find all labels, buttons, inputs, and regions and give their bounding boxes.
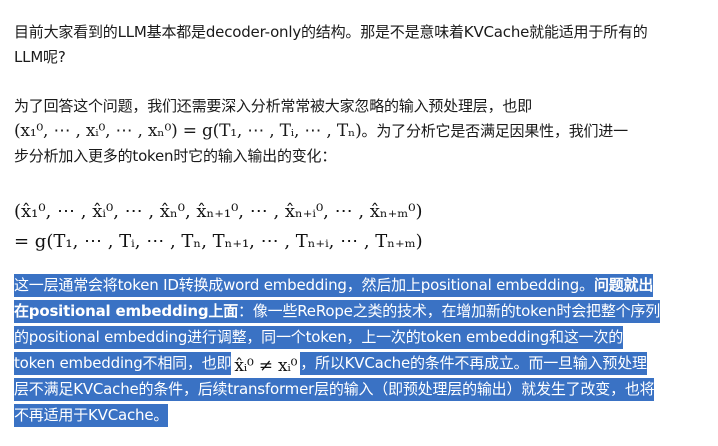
selected-text-line-4b: ，所以KVCache的条件不再成立。而一旦输入预处理 (300, 352, 647, 375)
paragraph-intro: 目前大家看到的LLM基本都是decoder-only的结构。那是不是意味着KVC… (14, 20, 710, 70)
intro-line-1: 目前大家看到的LLM基本都是decoder-only的结构。那是不是意味着KVC… (14, 23, 648, 41)
question-line-1: 为了回答这个问题，我们还需要深入分析常常被大家忽略的输入预处理层，也即 (14, 97, 533, 115)
inline-formula: x̂ᵢ⁰ ≠ xᵢ⁰ (231, 355, 301, 377)
selected-text-line-5: 层不满足KVCache的条件，后续transformer层的输入（即预处理层的输… (14, 378, 655, 401)
selected-text-line-2b: ：像一些ReRope之类的技术，在增加新的token时会把整个序列 (238, 300, 660, 323)
selected-text-line-1a: 这一层通常会将token ID转换成word embedding，然后加上pos… (14, 274, 594, 297)
selected-text-line-1b: 问题就出 (593, 274, 653, 297)
question-line-3: 步分析加入更多的token时它的输入输出的变化： (14, 147, 337, 165)
extended-equation-line-2: = g(T₁, ⋯ , Tᵢ, ⋯ , Tₙ, Tₙ₊₁, ⋯ , Tₙ₊ᵢ, … (14, 231, 423, 252)
selected-text-line-3: 的positional embedding进行调整，同一个token，上一次的t… (14, 326, 623, 349)
selected-text-line-2a: 在positional embedding上面 (14, 300, 238, 323)
intro-line-2: LLM呢? (14, 48, 66, 66)
question-line-2: 。为了分析它是否满足因果性，我们进一 (361, 122, 629, 140)
paragraph-question: 为了回答这个问题，我们还需要深入分析常常被大家忽略的输入预处理层，也即 (x₁⁰… (14, 94, 710, 169)
selected-text-line-6: 不再适用于KVCache。 (14, 404, 168, 427)
highlighted-paragraph: 这一层通常会将token ID转换成word embedding，然后加上pos… (14, 272, 706, 428)
input-mapping-formula: (x₁⁰, ⋯ , xᵢ⁰, ⋯ , xₙ⁰) = g(T₁, ⋯ , Tᵢ, … (14, 121, 362, 141)
selected-text-line-4a: token embedding不相同，也即 (14, 352, 232, 375)
extended-equation-line-1: (x̂₁⁰, ⋯ , x̂ᵢ⁰, ⋯ , x̂ₙ⁰, x̂ₙ₊₁⁰, ⋯ , x… (14, 201, 423, 222)
